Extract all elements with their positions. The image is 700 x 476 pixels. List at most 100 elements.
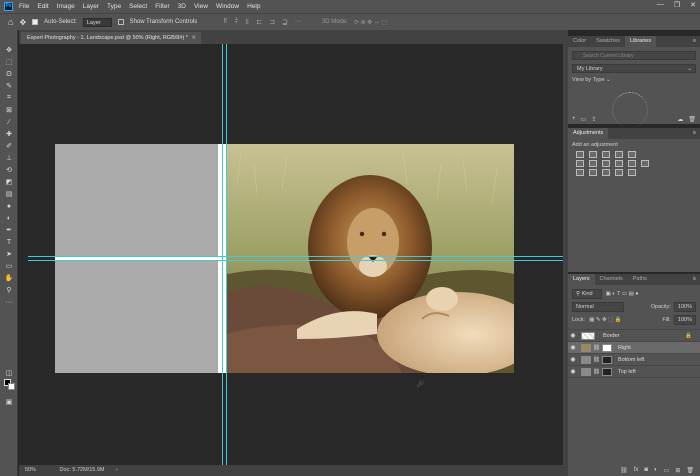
new-layer-icon[interactable]: ⊞ <box>675 467 680 474</box>
eye-icon[interactable]: ◉ <box>568 368 578 375</box>
home-icon[interactable]: ⌂ <box>8 17 13 27</box>
shape-tool-icon[interactable]: ▭ <box>0 260 18 272</box>
panel-menu-icon[interactable]: ≡ <box>693 274 696 285</box>
background-color-swatch[interactable] <box>8 383 15 390</box>
kind-filter-dropdown[interactable]: ⚲ Kind <box>572 289 602 299</box>
menu-image[interactable]: Image <box>57 3 75 10</box>
tab-adjustments[interactable]: Adjustments <box>568 128 609 139</box>
hue-saturation-icon[interactable] <box>576 160 584 167</box>
crop-tool-icon[interactable]: ⌗ <box>0 92 18 104</box>
opacity-input[interactable]: 100% <box>673 302 696 312</box>
gradient-tool-icon[interactable]: ▤ <box>0 188 18 200</box>
healing-tool-icon[interactable]: ✚ <box>0 128 18 140</box>
quick-select-tool-icon[interactable]: ✎ <box>0 80 18 92</box>
panel-menu-icon[interactable]: ≡ <box>693 128 696 139</box>
tab-swatches[interactable]: Swatches <box>591 36 625 47</box>
move-tool-icon[interactable]: ✥ <box>0 44 18 56</box>
dodge-tool-icon[interactable]: ◐ <box>0 212 18 224</box>
menu-window[interactable]: Window <box>216 3 239 10</box>
lasso-tool-icon[interactable]: ʘ <box>0 68 18 80</box>
menu-view[interactable]: View <box>194 3 208 10</box>
threshold-icon[interactable] <box>602 169 610 176</box>
add-icon[interactable]: + <box>572 116 576 123</box>
layer-row-top-left[interactable]: ◉ ⛓ Top left <box>568 366 700 378</box>
upload-icon[interactable]: ⇪ <box>591 116 596 123</box>
path-select-tool-icon[interactable]: ➤ <box>0 248 18 260</box>
more-tools-icon[interactable]: ··· <box>0 296 18 308</box>
menu-layer[interactable]: Layer <box>83 3 99 10</box>
quick-mask-icon[interactable]: ◫ <box>0 367 18 379</box>
view-by-type-dropdown[interactable]: View by Type ⌄ <box>572 77 696 83</box>
trash-icon[interactable]: 🗑 <box>686 467 694 474</box>
zoom-tool-icon[interactable]: ⚲ <box>0 284 18 296</box>
hand-tool-icon[interactable]: ✋ <box>0 272 18 284</box>
selective-color-icon[interactable] <box>628 169 636 176</box>
tab-color[interactable]: Color <box>568 36 591 47</box>
invert-icon[interactable] <box>576 169 584 176</box>
align-center-icon[interactable]: ⊐ <box>269 18 275 26</box>
align-right-icon[interactable]: ⊒ <box>282 18 288 26</box>
align-top-icon[interactable]: ⫪ <box>223 18 227 26</box>
vertical-guide-2[interactable] <box>226 44 227 465</box>
restore-button[interactable]: ❐ <box>674 1 680 9</box>
screen-mode-icon[interactable]: ▣ <box>0 396 18 408</box>
channel-mixer-icon[interactable] <box>628 160 636 167</box>
more-options-icon[interactable]: ··· <box>295 18 302 26</box>
move-tool-icon[interactable]: ✥ <box>19 18 26 27</box>
link-layers-icon[interactable]: ⛓ <box>620 467 628 474</box>
menu-3d[interactable]: 3D <box>178 3 186 10</box>
menu-type[interactable]: Type <box>107 3 121 10</box>
blur-tool-icon[interactable]: ● <box>0 200 18 212</box>
document-tab[interactable]: Expert Photography - 1. Landscape.psd @ … <box>21 32 201 44</box>
pen-tool-icon[interactable]: ✒ <box>0 224 18 236</box>
tab-libraries[interactable]: Libraries <box>625 36 657 47</box>
history-brush-icon[interactable]: ⟲ <box>0 164 18 176</box>
eyedropper-tool-icon[interactable]: ⁄ <box>0 116 18 128</box>
trash-icon[interactable]: 🗑 <box>688 116 696 123</box>
filter-icons[interactable]: ▣ ◐ T ▭ ▤ ● <box>606 291 639 297</box>
3d-orbit-icon[interactable]: ⟳ ⊕ ✥ ⇔ ⬚ <box>354 19 387 26</box>
minimize-button[interactable]: — <box>657 1 664 9</box>
levels-icon[interactable] <box>589 151 597 158</box>
menu-help[interactable]: Help <box>247 3 260 10</box>
close-button[interactable]: ✕ <box>690 1 696 9</box>
eraser-tool-icon[interactable]: ◩ <box>0 176 18 188</box>
brightness-contrast-icon[interactable] <box>576 151 584 158</box>
layer-row-bottom-left[interactable]: ◉ ⛓ Bottom left <box>568 354 700 366</box>
lock-icons[interactable]: ▦ ✎ ✥ ⬚ 🔒 <box>589 317 622 323</box>
align-bottom-icon[interactable]: ⫫ <box>245 18 249 26</box>
vibrance-icon[interactable] <box>628 151 636 158</box>
eye-icon[interactable]: ◉ <box>568 344 578 351</box>
gradient-map-icon[interactable] <box>615 169 623 176</box>
menu-filter[interactable]: Filter <box>155 3 169 10</box>
layer-style-icon[interactable]: fx <box>634 467 639 474</box>
library-dropdown[interactable]: My Library ⌄ <box>572 64 696 73</box>
group-icon[interactable]: ▭ <box>664 467 670 474</box>
library-search-input[interactable]: Search Current Library <box>572 51 696 60</box>
panel-menu-icon[interactable]: ≡ <box>693 36 696 47</box>
menu-select[interactable]: Select <box>129 3 147 10</box>
status-arrow-icon[interactable]: › <box>116 467 118 473</box>
folder-icon[interactable]: ▭ <box>581 116 587 123</box>
layer-row-right[interactable]: ◉ ⛓ Right <box>568 342 700 354</box>
exposure-icon[interactable] <box>615 151 623 158</box>
show-transform-checkbox[interactable] <box>117 19 124 25</box>
frame-tool-icon[interactable]: ⊠ <box>0 104 18 116</box>
blend-mode-dropdown[interactable]: Normal <box>572 302 624 312</box>
photo-filter-icon[interactable] <box>615 160 623 167</box>
color-lookup-icon[interactable] <box>641 160 649 167</box>
brush-tool-icon[interactable]: ✐ <box>0 140 18 152</box>
close-tab-icon[interactable]: ✕ <box>191 32 196 44</box>
horizontal-guide-1[interactable] <box>28 256 563 257</box>
color-balance-icon[interactable] <box>589 160 597 167</box>
curves-icon[interactable] <box>602 151 610 158</box>
posterize-icon[interactable] <box>589 169 597 176</box>
horizontal-guide-2[interactable] <box>28 260 563 261</box>
stamp-tool-icon[interactable]: ⊥ <box>0 152 18 164</box>
vertical-guide-1[interactable] <box>222 44 223 465</box>
tab-paths[interactable]: Paths <box>628 274 652 285</box>
cloud-icon[interactable]: ☁ <box>677 116 683 123</box>
menu-edit[interactable]: Edit <box>37 3 48 10</box>
zoom-level[interactable]: 50% <box>25 467 36 473</box>
black-white-icon[interactable] <box>602 160 610 167</box>
